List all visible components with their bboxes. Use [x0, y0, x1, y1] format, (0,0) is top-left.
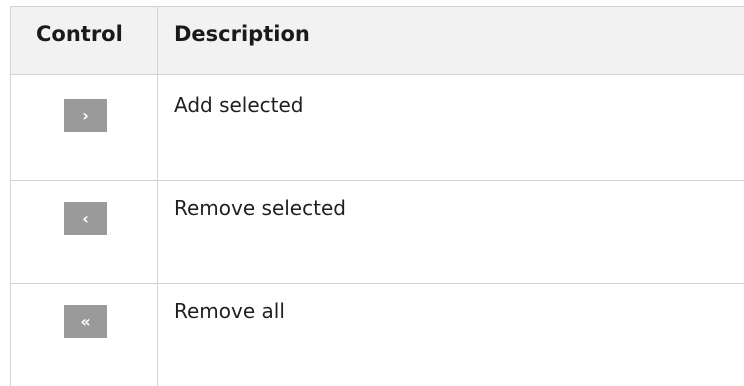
remove-selected-button[interactable]: ‹ — [64, 202, 107, 235]
row-description: Add selected — [174, 93, 304, 117]
row-divider — [10, 283, 744, 284]
add-selected-button[interactable]: › — [64, 99, 107, 132]
table-border-left — [10, 6, 11, 386]
header-control: Control — [36, 22, 123, 46]
chevron-right-icon: › — [82, 106, 89, 125]
double-chevron-left-icon: « — [80, 312, 91, 331]
header-description: Description — [174, 22, 310, 46]
row-divider — [10, 180, 744, 181]
table-border-top — [10, 6, 744, 7]
remove-all-button[interactable]: « — [64, 305, 107, 338]
controls-table: Control Description › Add selected ‹ Rem… — [0, 0, 744, 386]
chevron-left-icon: ‹ — [82, 209, 89, 228]
row-description: Remove all — [174, 299, 285, 323]
column-divider — [157, 6, 158, 386]
row-description: Remove selected — [174, 196, 346, 220]
header-divider — [10, 74, 744, 75]
